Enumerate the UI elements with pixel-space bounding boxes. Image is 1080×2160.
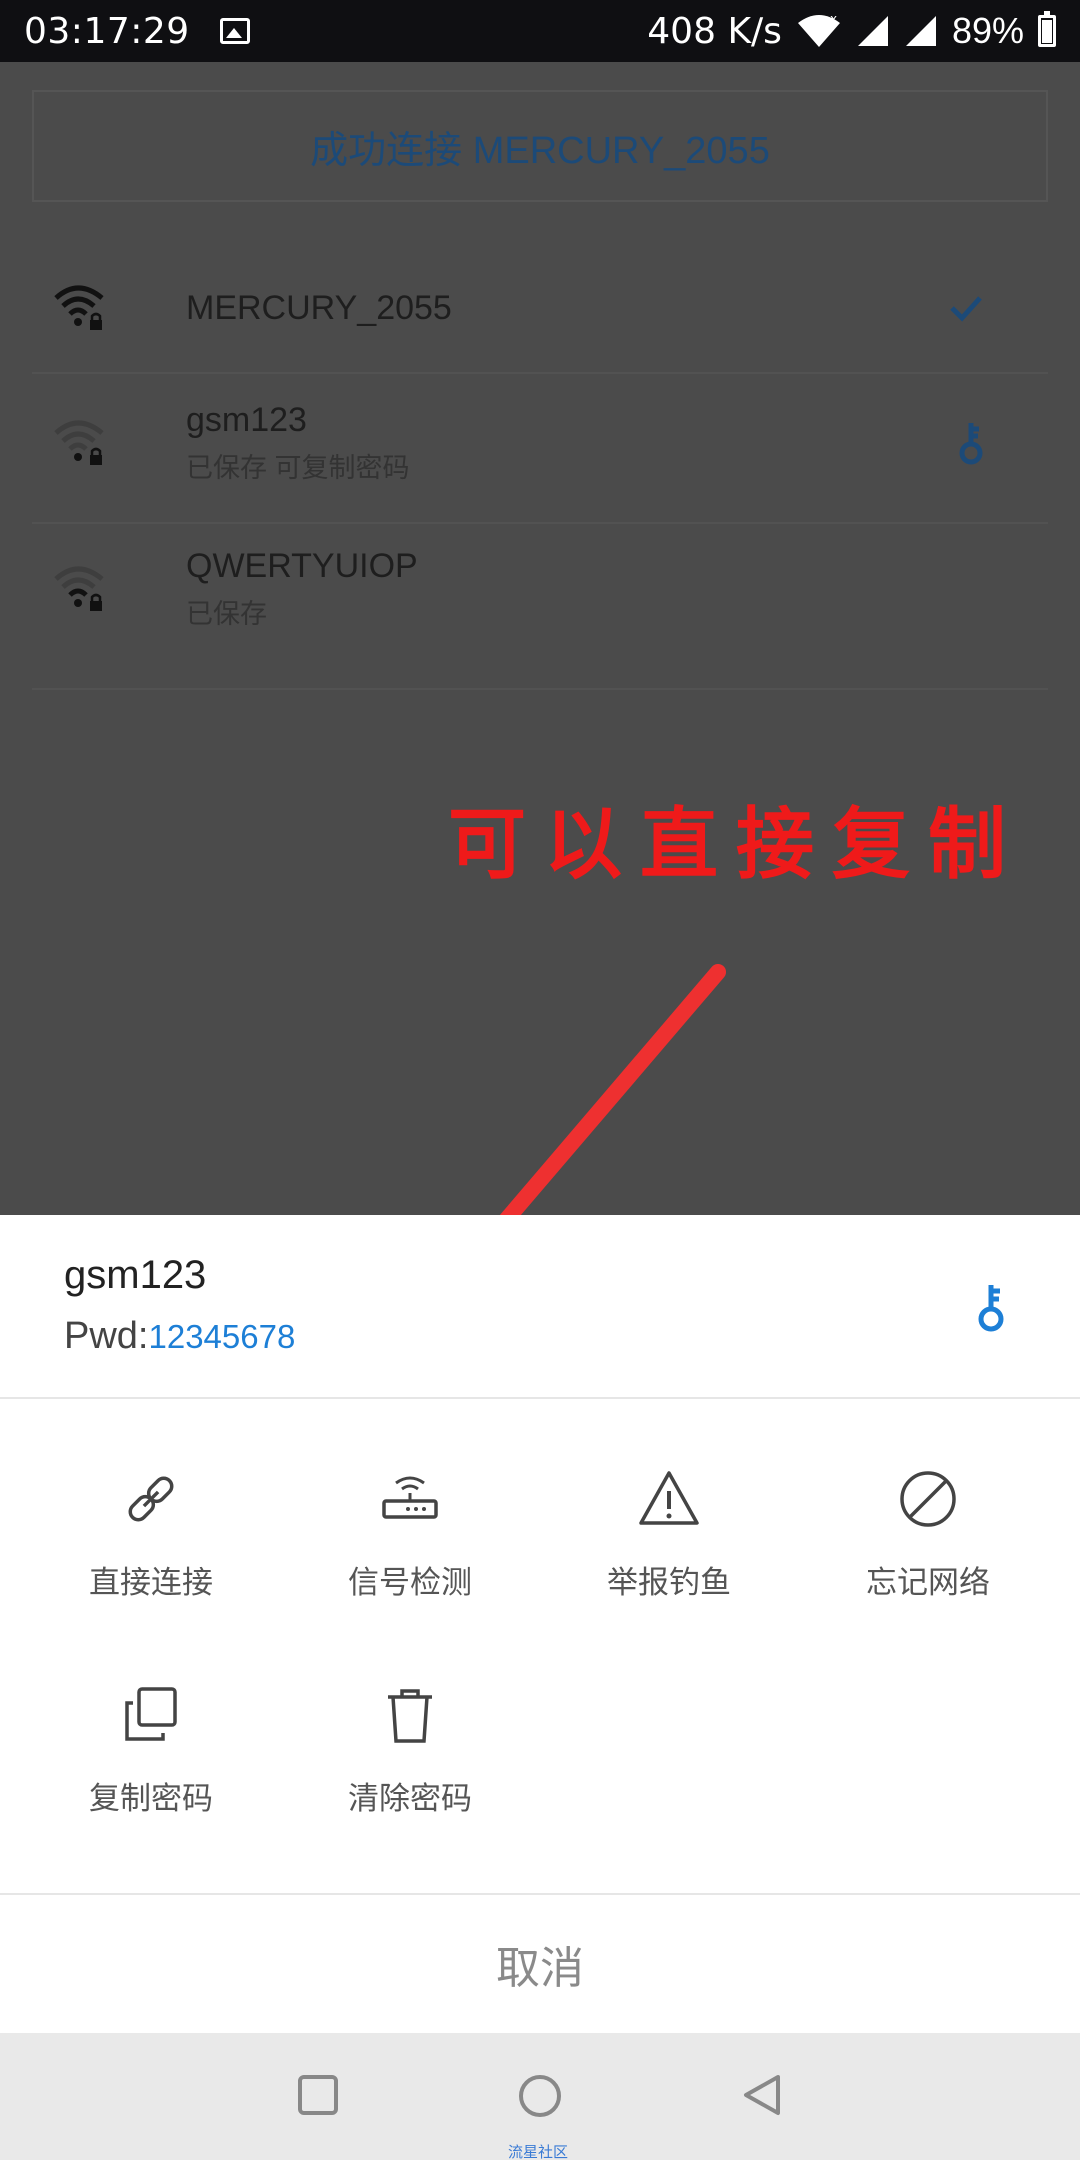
divider bbox=[32, 522, 1048, 524]
router-icon bbox=[382, 1476, 438, 1519]
check-icon bbox=[950, 296, 982, 322]
wifi-name: MERCURY_2055 bbox=[186, 288, 452, 327]
warning-icon bbox=[639, 1471, 699, 1525]
watermark-text: 流星社区 bbox=[508, 2144, 569, 2160]
battery-fill bbox=[1042, 19, 1052, 43]
action-label: 清除密码 bbox=[348, 1781, 472, 1816]
action-report-phishing[interactable]: 举报钓鱼 bbox=[569, 1467, 769, 1602]
sheet-ssid: gsm123 bbox=[64, 1253, 207, 1297]
wifi-item-texts: MERCURY_2055 bbox=[186, 289, 452, 328]
key-icon bbox=[959, 423, 983, 465]
connected-banner: 成功连接 MERCURY_2055 bbox=[32, 90, 1048, 202]
password-value[interactable]: 12345678 bbox=[148, 1318, 295, 1355]
action-signal-check[interactable]: 信号检测 bbox=[310, 1467, 510, 1602]
wifi-item-texts: gsm123 已保存 可复制密码 bbox=[186, 401, 410, 485]
action-clear-password[interactable]: 清除密码 bbox=[310, 1683, 510, 1818]
action-copy-password[interactable]: 复制密码 bbox=[51, 1683, 251, 1818]
back-button[interactable] bbox=[740, 2073, 784, 2117]
action-forget-network[interactable]: 忘记网络 bbox=[828, 1467, 1028, 1602]
wifi-subtitle: 已保存 bbox=[186, 599, 267, 629]
password-label: Pwd: bbox=[64, 1315, 149, 1357]
forbidden-icon bbox=[900, 1471, 956, 1527]
wifi-name: gsm123 bbox=[186, 401, 307, 439]
recent-apps-button[interactable] bbox=[296, 2073, 340, 2117]
wifi-lock-icon bbox=[54, 285, 104, 330]
password-line: Pwd:12345678 bbox=[64, 1315, 295, 1358]
network-action-sheet: gsm123 Pwd:12345678 直接连接 信号检测 举报钓鱼 忘记网络 … bbox=[0, 1215, 1080, 2033]
wifi-status-icon: x bbox=[797, 13, 840, 47]
action-label: 直接连接 bbox=[89, 1565, 213, 1600]
sheet-header: gsm123 Pwd:12345678 bbox=[0, 1215, 1080, 1399]
divider bbox=[32, 372, 1048, 374]
wifi-item-qwertyuiop[interactable]: QWERTYUIOP 已保存 bbox=[32, 534, 1048, 644]
trash-icon bbox=[388, 1689, 432, 1743]
status-bar: 03:17:29 408 K/s x 89% bbox=[0, 0, 1080, 62]
navigation-bar: 流星社区 bbox=[0, 2033, 1080, 2160]
action-label: 忘记网络 bbox=[866, 1565, 990, 1600]
action-direct-connect[interactable]: 直接连接 bbox=[51, 1467, 251, 1602]
copy-icon bbox=[125, 1687, 177, 1741]
action-label: 信号检测 bbox=[348, 1565, 472, 1600]
action-grid: 直接连接 信号检测 举报钓鱼 忘记网络 复制密码 清除密码 bbox=[0, 1399, 1080, 1893]
wifi-name: QWERTYUIOP bbox=[186, 547, 418, 585]
battery-icon bbox=[1038, 11, 1056, 47]
wifi-lock-icon bbox=[54, 420, 104, 465]
battery-percent: 89% bbox=[951, 10, 1024, 51]
network-speed: 408 K/s bbox=[647, 10, 782, 52]
key-icon bbox=[978, 1285, 1004, 1332]
annotation-text: 可以直接复制 bbox=[448, 800, 1025, 890]
wifi-list-page: 成功连接 MERCURY_2055 MERCURY_2055 gsm123 已保… bbox=[0, 62, 1080, 1340]
image-notification-icon bbox=[219, 18, 250, 44]
wifi-lock-icon bbox=[54, 566, 104, 611]
wifi-item-mercury[interactable]: MERCURY_2055 bbox=[32, 258, 1048, 358]
wifi-item-gsm123[interactable]: gsm123 已保存 可复制密码 bbox=[32, 388, 1048, 498]
wifi-item-texts: QWERTYUIOP 已保存 bbox=[186, 547, 418, 631]
home-button[interactable] bbox=[517, 2073, 563, 2119]
status-time: 03:17:29 bbox=[24, 10, 190, 52]
cancel-button[interactable]: 取消 bbox=[0, 1893, 1080, 2033]
status-right: 408 K/s x 89% bbox=[647, 10, 1056, 52]
svg-text:x: x bbox=[830, 13, 837, 26]
cell-signal-icon bbox=[857, 16, 888, 46]
link-icon bbox=[128, 1476, 174, 1522]
action-label: 举报钓鱼 bbox=[607, 1565, 731, 1600]
divider bbox=[32, 688, 1048, 690]
wifi-subtitle: 已保存 可复制密码 bbox=[186, 453, 410, 483]
cell-signal-2-icon bbox=[905, 16, 936, 46]
action-label: 复制密码 bbox=[89, 1781, 213, 1816]
